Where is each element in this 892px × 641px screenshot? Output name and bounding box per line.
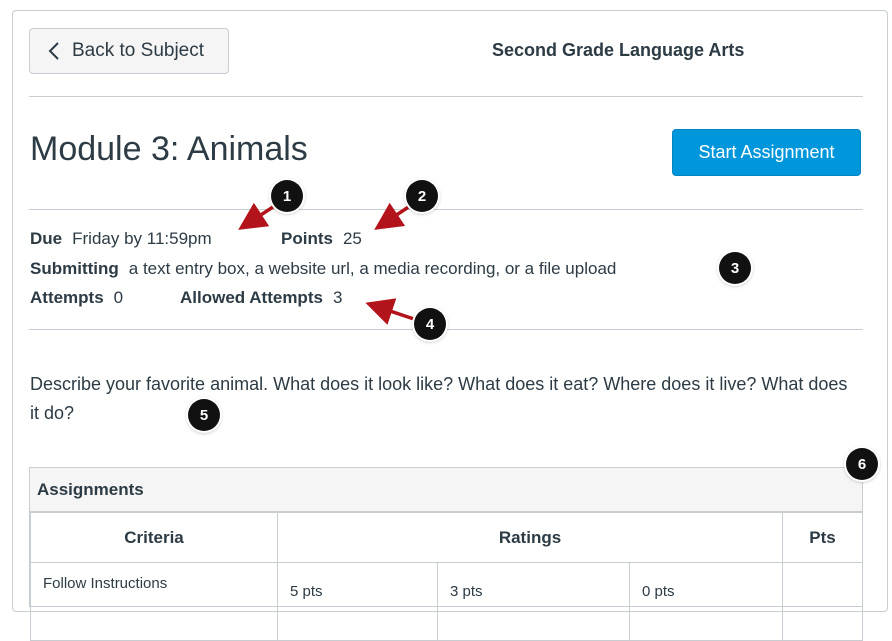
submitting-label: Submitting bbox=[30, 259, 119, 278]
rating-cell: 3 pts bbox=[437, 562, 630, 641]
rubric-row: Follow Instructions 5 pts 3 pts 0 pts bbox=[30, 562, 863, 641]
callout-badge-1: 1 bbox=[271, 180, 303, 212]
rating-cell: 0 pts bbox=[629, 562, 783, 641]
ratings-header: Ratings bbox=[277, 512, 783, 563]
back-button-label: Back to Subject bbox=[72, 40, 205, 61]
due-label: Due bbox=[30, 229, 63, 248]
title-divider bbox=[29, 209, 863, 210]
rubric-table: Criteria Ratings Pts Follow Instructions… bbox=[30, 512, 863, 641]
pts-header: Pts bbox=[782, 512, 863, 563]
callout-badge-6: 6 bbox=[846, 448, 878, 480]
callout-badge-2: 2 bbox=[406, 180, 438, 212]
pts-cell bbox=[782, 562, 863, 641]
callout-badge-4: 4 bbox=[414, 308, 446, 340]
allowed-attempts-value: 3 bbox=[332, 288, 343, 307]
due-value: Friday by 11:59pm bbox=[72, 229, 212, 248]
allowed-attempts-label: Allowed Attempts bbox=[180, 288, 323, 307]
rubric-title: Assignments bbox=[30, 468, 862, 512]
details-divider bbox=[29, 329, 863, 330]
rating-cell: 5 pts bbox=[277, 562, 438, 641]
attempts: Attempts 0 bbox=[30, 288, 123, 308]
callout-badge-5: 5 bbox=[188, 399, 220, 431]
callout-badge-3: 3 bbox=[719, 252, 751, 284]
attempts-label: Attempts bbox=[30, 288, 104, 307]
points: Points 25 bbox=[281, 229, 362, 249]
submission-types: Submitting a text entry box, a website ur… bbox=[30, 259, 616, 279]
attempts-value: 0 bbox=[113, 288, 124, 307]
rubric-header-row: Criteria Ratings Pts bbox=[30, 512, 863, 563]
due-date: Due Friday by 11:59pm bbox=[30, 229, 212, 249]
subject-title: Second Grade Language Arts bbox=[492, 40, 745, 60]
back-to-subject-button[interactable]: Back to Subject bbox=[29, 28, 229, 74]
chevron-left-icon bbox=[48, 42, 59, 60]
allowed-attempts: Allowed Attempts 3 bbox=[180, 288, 342, 308]
start-assignment-button[interactable]: Start Assignment bbox=[672, 129, 861, 176]
submitting-value: a text entry box, a website url, a media… bbox=[128, 259, 617, 278]
points-value: 25 bbox=[342, 229, 362, 248]
header-divider bbox=[29, 96, 863, 97]
criteria-header: Criteria bbox=[30, 512, 278, 563]
page-title: Module 3: Animals bbox=[30, 130, 308, 168]
criterion-cell: Follow Instructions bbox=[30, 562, 278, 641]
rubric: Assignments Criteria Ratings Pts Follow … bbox=[29, 467, 863, 641]
assignment-description: Describe your favorite animal. What does… bbox=[30, 374, 848, 423]
points-label: Points bbox=[281, 229, 333, 248]
